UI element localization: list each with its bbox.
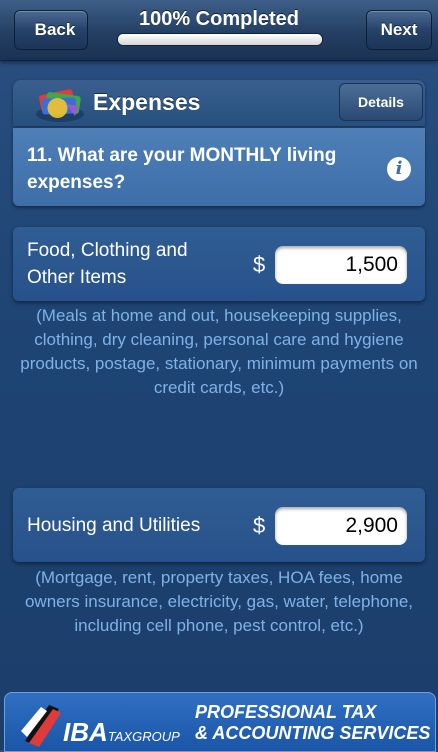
top-nav-bar: Back 100% Completed Next <box>0 0 438 61</box>
housing-amount-input[interactable]: 2,900 <box>275 507 407 545</box>
housing-hint-text: (Mortgage, rent, property taxes, HOA fee… <box>24 568 414 635</box>
currency-symbol: $ <box>253 252 266 277</box>
section-header: Expenses Details <box>13 80 425 126</box>
details-button[interactable]: Details <box>339 83 423 121</box>
question-panel: 11. What are your MONTHLY living expense… <box>13 128 425 206</box>
currency-symbol: $ <box>253 513 266 538</box>
brand-name: IBA <box>63 717 108 747</box>
expense-row-food: Food, Clothing and Other Items $ 1,500 <box>13 227 425 301</box>
food-hint-text: (Meals at home and out, housekeeping sup… <box>20 306 418 397</box>
progress-bar <box>117 33 323 46</box>
iba-logo-icon <box>21 705 61 747</box>
row-label: Housing and Utilities <box>27 515 201 536</box>
expense-row-housing: Housing and Utilities $ 2,900 <box>13 488 425 562</box>
info-icon[interactable]: i <box>387 157 411 181</box>
footer-banner[interactable]: IBATAXGROUP PROFESSIONAL TAX & ACCOUNTIN… <box>4 692 436 752</box>
expenses-logo-icon <box>36 89 84 122</box>
row-label: Food, Clothing and Other Items <box>27 240 188 288</box>
footer-brand: IBATAXGROUP <box>63 717 180 748</box>
brand-sub: TAXGROUP <box>107 729 180 744</box>
question-text: 11. What are your MONTHLY living expense… <box>27 145 337 193</box>
food-amount-input[interactable]: 1,500 <box>275 246 407 284</box>
progress-fill <box>118 34 322 45</box>
section-title: Expenses <box>93 89 201 115</box>
footer-tagline-2: & ACCOUNTING SERVICES <box>195 723 431 743</box>
footer-tagline-1: PROFESSIONAL TAX <box>195 702 377 722</box>
next-button[interactable]: Next <box>366 10 432 50</box>
